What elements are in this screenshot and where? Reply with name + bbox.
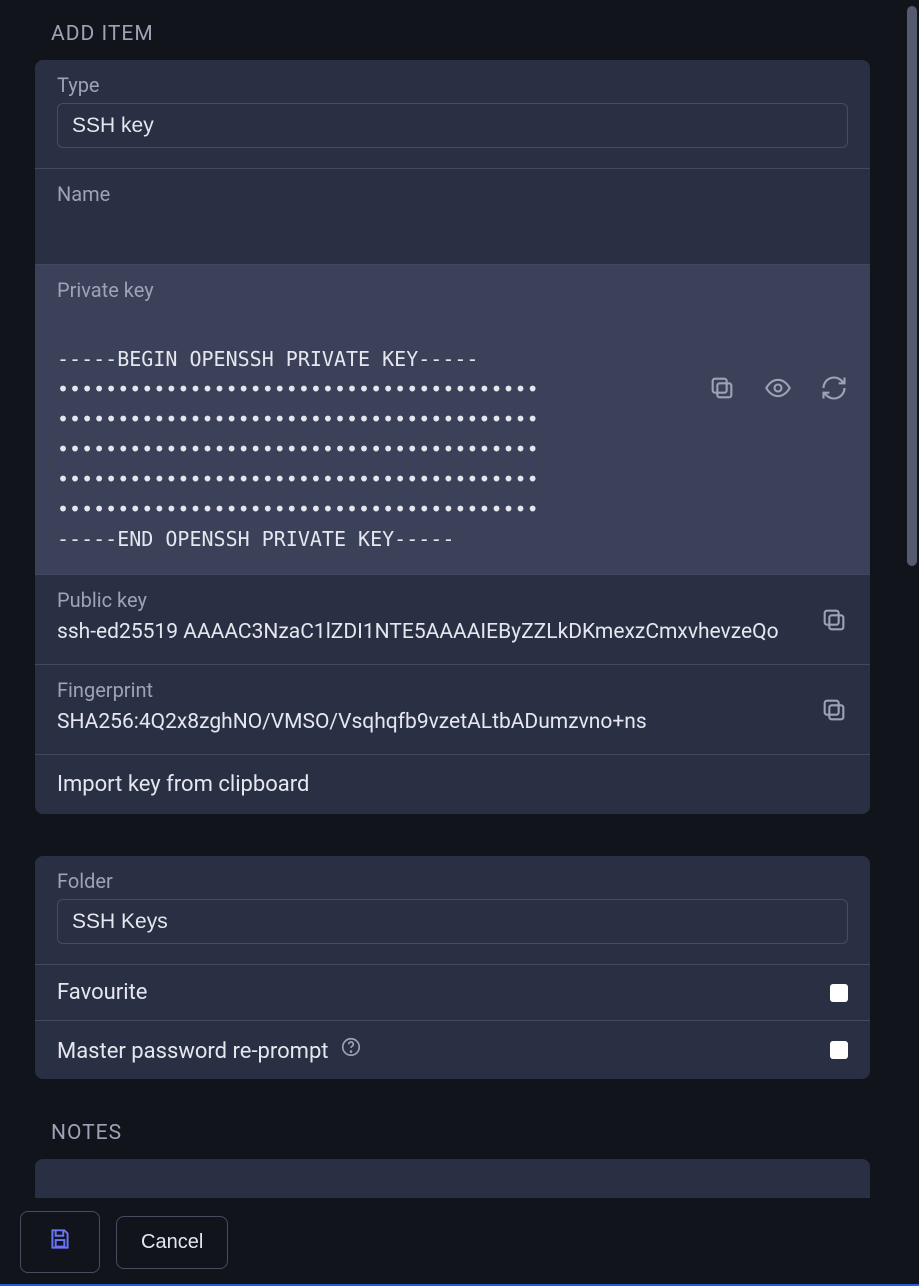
save-button[interactable] <box>20 1211 100 1273</box>
pk-end: -----END OPENSSH PRIVATE KEY----- <box>57 527 454 551</box>
fingerprint-value: SHA256:4Q2x8zghNO/VMSO/Vsqhqfb9vzetALtbA… <box>57 708 802 734</box>
pk-mask-1: •••••••••••••••••••••••••••••••••••••••• <box>57 377 539 401</box>
pk-mask-5: •••••••••••••••••••••••••••••••••••••••• <box>57 497 539 521</box>
notes-input[interactable] <box>35 1159 870 1198</box>
pk-mask-4: •••••••••••••••••••••••••••••••••••••••• <box>57 467 539 491</box>
page-title: ADD ITEM <box>35 22 870 60</box>
fingerprint-label: Fingerprint <box>57 678 802 702</box>
name-label: Name <box>57 182 848 206</box>
public-key-label: Public key <box>57 588 802 612</box>
notes-title: NOTES <box>35 1121 870 1159</box>
pk-mask-3: •••••••••••••••••••••••••••••••••••••••• <box>57 437 539 461</box>
footer-bar: Cancel <box>0 1198 919 1286</box>
copy-fingerprint-button[interactable] <box>820 678 848 724</box>
favourite-checkbox[interactable] <box>830 984 848 1002</box>
folder-label: Folder <box>57 869 848 893</box>
copy-public-key-button[interactable] <box>820 588 848 634</box>
private-key-label: Private key <box>57 278 690 302</box>
cancel-button[interactable]: Cancel <box>116 1216 228 1269</box>
favourite-label: Favourite <box>57 980 147 1005</box>
help-icon[interactable] <box>340 1036 362 1058</box>
type-select[interactable]: SSH key <box>57 103 848 148</box>
import-key-button[interactable]: Import key from clipboard <box>35 754 870 814</box>
folder-select[interactable]: SSH Keys <box>57 899 848 944</box>
reprompt-checkbox[interactable] <box>830 1041 848 1059</box>
regenerate-button[interactable] <box>820 374 848 402</box>
save-icon <box>47 1226 73 1258</box>
private-key-field[interactable]: -----BEGIN OPENSSH PRIVATE KEY----- ••••… <box>57 308 690 554</box>
toggle-visibility-button[interactable] <box>764 374 792 402</box>
scrollbar-thumb[interactable] <box>907 6 917 566</box>
pk-mask-2: •••••••••••••••••••••••••••••••••••••••• <box>57 407 539 431</box>
type-label: Type <box>57 73 848 97</box>
options-card: Folder SSH Keys Favourite Master passwor… <box>35 856 870 1079</box>
item-details-card: Type SSH key Name Private key -----B <box>35 60 870 814</box>
name-input[interactable] <box>57 212 848 244</box>
pk-begin: -----BEGIN OPENSSH PRIVATE KEY----- <box>57 347 478 371</box>
main-scroll[interactable]: ADD ITEM Type SSH key Name <box>0 0 905 1198</box>
copy-private-key-button[interactable] <box>708 374 736 402</box>
public-key-value: ssh-ed25519 AAAAC3NzaC1lZDI1NTE5AAAAIEBy… <box>57 618 802 644</box>
reprompt-label: Master password re-prompt <box>57 1036 362 1064</box>
